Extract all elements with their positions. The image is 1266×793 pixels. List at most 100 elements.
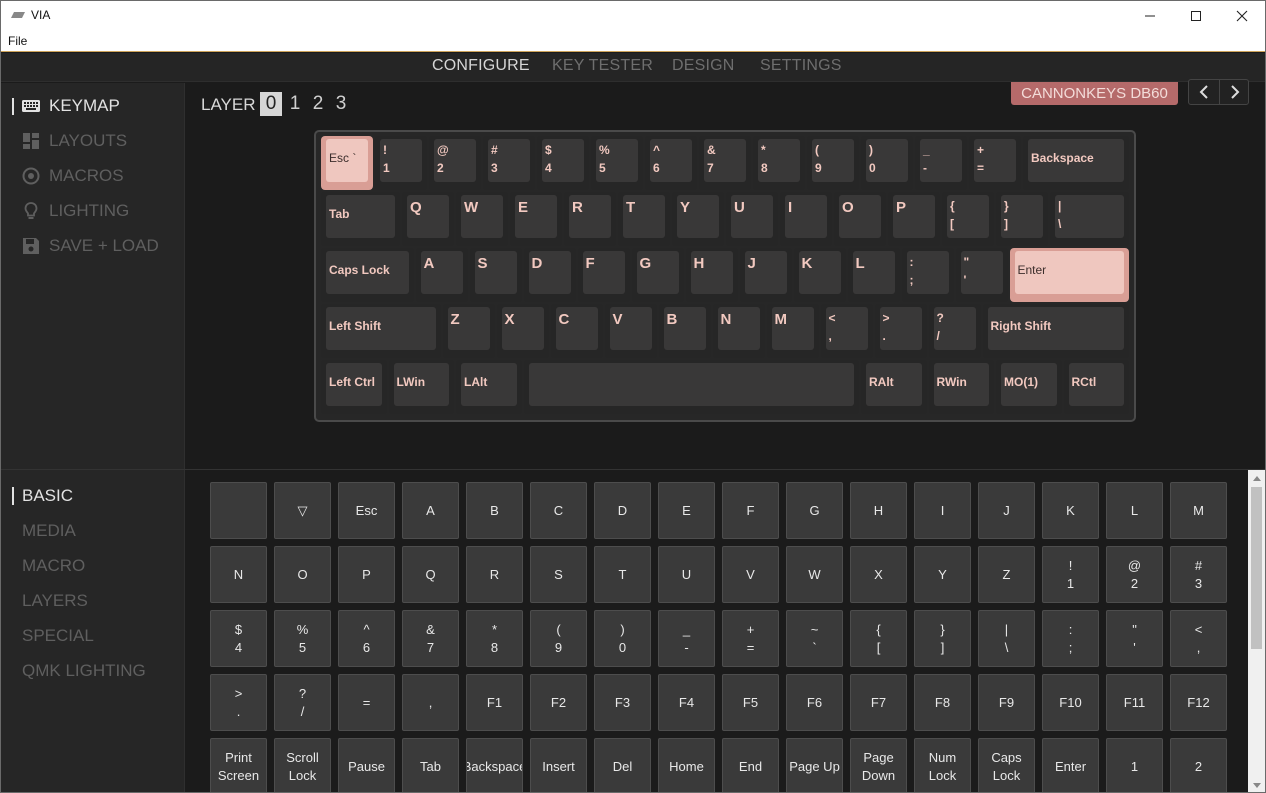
keycode-button[interactable]: ~ ` xyxy=(786,610,843,667)
keycode-button[interactable]: :; xyxy=(1042,610,1099,667)
keycode-button[interactable]: C xyxy=(530,482,587,539)
keyboard-key[interactable]: >. xyxy=(874,304,927,358)
keyboard-key[interactable]: X xyxy=(496,304,549,358)
keyboard-key[interactable]: ) 0 xyxy=(861,136,913,190)
keyboard-key[interactable]: G xyxy=(631,248,684,302)
keyboard-key[interactable]: ? / xyxy=(928,304,981,358)
keycode-button[interactable]: G xyxy=(786,482,843,539)
keyboard-key[interactable]: | \ xyxy=(1050,192,1129,246)
sidebar-item-keymap[interactable]: KEYMAP xyxy=(1,91,185,121)
keyboard-key[interactable]: RAlt xyxy=(861,360,927,414)
keycode-button[interactable]: Print Screen xyxy=(210,738,267,792)
keycode-button[interactable]: P xyxy=(338,546,395,603)
keycode-button[interactable]: Z xyxy=(978,546,1035,603)
scroll-up-button[interactable] xyxy=(1248,470,1265,487)
keycode-button[interactable]: F xyxy=(722,482,779,539)
keycode-button[interactable]: Backspace xyxy=(466,738,523,792)
keycode-button[interactable]: F8 xyxy=(914,674,971,731)
keycode-button[interactable]: N xyxy=(210,546,267,603)
keyboard-key[interactable]: K xyxy=(793,248,846,302)
keycode-button[interactable]: M xyxy=(1170,482,1227,539)
keyboard-key[interactable]: D xyxy=(523,248,576,302)
keycode-button[interactable]: & 7 xyxy=(402,610,459,667)
keyboard-key[interactable]: Enter xyxy=(1009,248,1129,302)
keyboard-key[interactable]: }] xyxy=(996,192,1048,246)
keycode-button[interactable] xyxy=(210,482,267,539)
keyboard-key[interactable]: Q xyxy=(402,192,454,246)
keyboard-key[interactable]: Right Shift xyxy=(982,304,1129,358)
keycode-button[interactable]: E xyxy=(658,482,715,539)
keycode-button[interactable]: X xyxy=(850,546,907,603)
keyboard-key[interactable]: V xyxy=(604,304,657,358)
keyboard-key[interactable]: I xyxy=(780,192,832,246)
keyboard-key[interactable]: & 7 xyxy=(699,136,751,190)
keycode-button[interactable]: F1 xyxy=(466,674,523,731)
keyboard-key[interactable]: M xyxy=(766,304,819,358)
layer-option-0[interactable]: 0 xyxy=(260,92,282,116)
keyboard-key[interactable] xyxy=(523,360,859,414)
keyboard-key[interactable]: L xyxy=(847,248,900,302)
keycode-button[interactable]: F10 xyxy=(1042,674,1099,731)
keyboard-key[interactable]: F xyxy=(577,248,630,302)
keycode-button[interactable]: Esc xyxy=(338,482,395,539)
keycode-button[interactable]: #3 xyxy=(1170,546,1227,603)
scroll-thumb[interactable] xyxy=(1251,487,1262,649)
scroll-down-button[interactable] xyxy=(1248,777,1265,792)
keycode-button[interactable]: | \ xyxy=(978,610,1035,667)
keyboard-key[interactable]: + = xyxy=(969,136,1021,190)
keycode-button[interactable]: Tab xyxy=(402,738,459,792)
keycode-button[interactable]: F2 xyxy=(530,674,587,731)
keycode-button[interactable]: D xyxy=(594,482,651,539)
keyboard-key[interactable]: Z xyxy=(442,304,495,358)
keyboard-key[interactable]: LAlt xyxy=(456,360,522,414)
keyboard-key[interactable]: MO(1) xyxy=(996,360,1062,414)
keycode-button[interactable]: + = xyxy=(722,610,779,667)
keyboard-key[interactable]: R xyxy=(564,192,616,246)
keyboard-key[interactable]: A xyxy=(415,248,468,302)
category-layers[interactable]: LAYERS xyxy=(1,587,185,615)
next-device-button[interactable] xyxy=(1220,80,1250,104)
keyboard-key[interactable]: (9 xyxy=(807,136,859,190)
keycode-button[interactable]: F7 xyxy=(850,674,907,731)
keycode-button[interactable]: S xyxy=(530,546,587,603)
tab-key-tester[interactable]: KEY TESTER xyxy=(552,57,653,75)
keycode-button[interactable]: F5 xyxy=(722,674,779,731)
keyboard-key[interactable]: E xyxy=(510,192,562,246)
keycode-button[interactable]: $4 xyxy=(210,610,267,667)
category-special[interactable]: SPECIAL xyxy=(1,622,185,650)
category-macro[interactable]: MACRO xyxy=(1,552,185,580)
keycode-button[interactable]: B xyxy=(466,482,523,539)
keycode-button[interactable]: H xyxy=(850,482,907,539)
keycode-button[interactable]: ^ 6 xyxy=(338,610,395,667)
keyboard-key[interactable]: P xyxy=(888,192,940,246)
category-media[interactable]: MEDIA xyxy=(1,517,185,545)
sidebar-item-macros[interactable]: MACROS xyxy=(1,161,185,191)
keycode-button[interactable]: F11 xyxy=(1106,674,1163,731)
keycode-button[interactable]: * 8 xyxy=(466,610,523,667)
vertical-scrollbar[interactable] xyxy=(1248,470,1265,792)
keycode-button[interactable]: Home xyxy=(658,738,715,792)
close-button[interactable] xyxy=(1219,1,1265,31)
keyboard-key[interactable]: {[ xyxy=(942,192,994,246)
keycode-button[interactable]: Q xyxy=(402,546,459,603)
keycode-button[interactable]: Enter xyxy=(1042,738,1099,792)
keyboard-key[interactable]: ! 1 xyxy=(375,136,427,190)
keycode-button[interactable]: Insert xyxy=(530,738,587,792)
keycode-button[interactable]: ▽ xyxy=(274,482,331,539)
keyboard-key[interactable]: * 8 xyxy=(753,136,805,190)
keyboard-key[interactable]: T xyxy=(618,192,670,246)
menu-file[interactable]: File xyxy=(8,34,27,48)
keyboard-key[interactable]: % 5 xyxy=(591,136,643,190)
keyboard-key[interactable]: S xyxy=(469,248,522,302)
keycode-button[interactable]: % 5 xyxy=(274,610,331,667)
keyboard-key[interactable]: Caps Lock xyxy=(321,248,414,302)
keycode-button[interactable]: }] xyxy=(914,610,971,667)
category-basic[interactable]: BASIC xyxy=(1,482,185,510)
keyboard-key[interactable]: Esc ` xyxy=(321,136,373,190)
keyboard-key[interactable]: Left Shift xyxy=(321,304,441,358)
tab-settings[interactable]: SETTINGS xyxy=(760,57,842,75)
maximize-button[interactable] xyxy=(1173,1,1219,31)
keycode-button[interactable]: " ' xyxy=(1106,610,1163,667)
category-qmk-lighting[interactable]: QMK LIGHTING xyxy=(1,657,185,685)
keyboard-key[interactable]: H xyxy=(685,248,738,302)
